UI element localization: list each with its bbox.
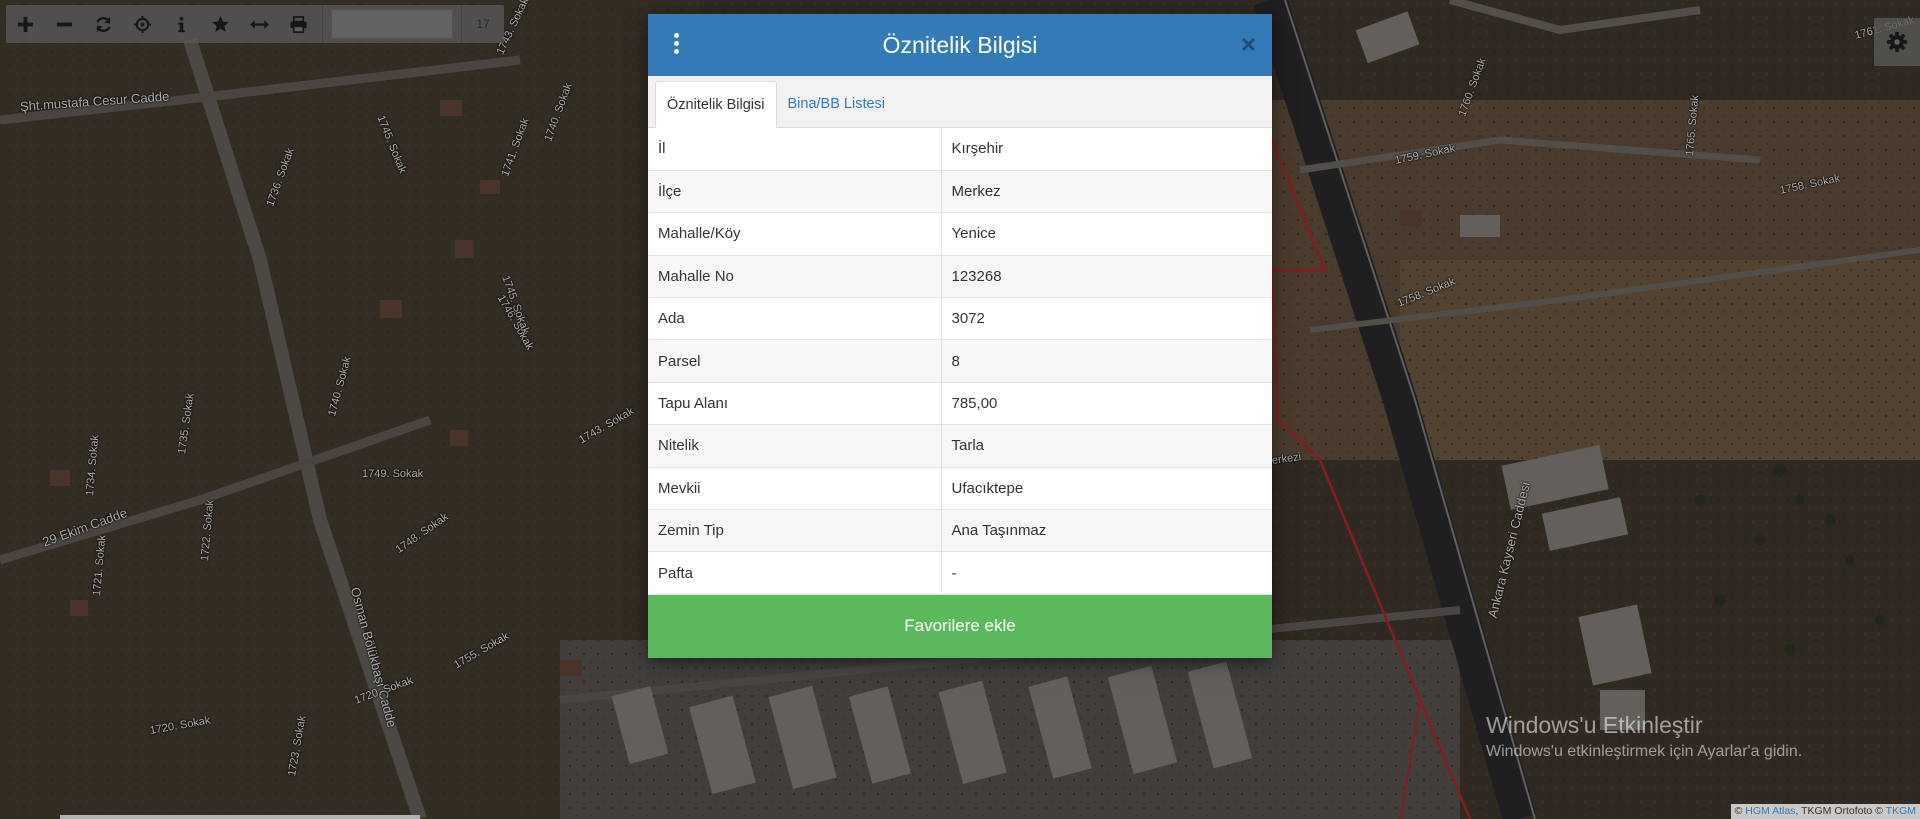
attribute-value: Merkez [941,170,1272,214]
close-icon[interactable]: × [1241,30,1256,58]
watermark-subtitle: Windows'u etkinleştirmek için Ayarlar'a … [1486,743,1803,760]
attribute-value: 8 [941,339,1272,383]
tab-attribute-info[interactable]: Öznitelik Bilgisi [655,81,777,128]
dialog-header: Öznitelik Bilgisi × [648,14,1272,76]
table-row: Pafta - [648,551,1272,595]
table-row: Ada 3072 [648,297,1272,341]
attribute-value: Tarla [941,424,1272,468]
map-attribution: © HGM Atlas, TKGM Ortofoto © TKGM [1730,804,1920,819]
attribute-value: Yenice [941,212,1272,256]
table-row: Nitelik Tarla [648,424,1272,468]
table-row: Tapu Alanı 785,00 [648,382,1272,426]
hgm-atlas-link[interactable]: HGM Atlas [1745,805,1795,817]
attribute-key: Mahalle No [648,255,942,299]
add-to-favorites-button[interactable]: Favorilere ekle [648,594,1272,658]
attribute-value: 3072 [941,297,1272,341]
table-row: Parsel 8 [648,339,1272,383]
tab-building-list[interactable]: Bina/BB Listesi [777,81,897,127]
dialog-title: Öznitelik Bilgisi [882,31,1038,58]
attribute-key: Zemin Tip [648,509,942,553]
tkgm-link[interactable]: TKGM [1886,805,1916,817]
attribute-key: İl [648,128,942,171]
attribute-key: Mevkii [648,467,942,511]
more-options-icon[interactable] [672,33,680,59]
attribute-key: Nitelik [648,424,942,468]
table-row: Zemin Tip Ana Taşınmaz [648,509,1272,553]
attribute-key: Ada [648,297,942,341]
attribute-value: Ufacıktepe [941,467,1272,511]
attribute-table: İl Kırşehir İlçe Merkez Mahalle/Köy Yenice … [648,128,1272,595]
attribute-value: Kırşehir [941,128,1272,171]
table-row: Mahalle No 123268 [648,255,1272,299]
table-row: İl Kırşehir [648,128,1272,171]
attribution-middle: , TKGM Ortofoto © [1795,805,1883,817]
watermark-title: Windows'u Etkinleştir [1486,712,1703,738]
table-row: İlçe Merkez [648,170,1272,214]
table-row: Mahalle/Köy Yenice [648,212,1272,256]
attribute-key: Pafta [648,551,942,595]
attribute-value: 123268 [941,255,1272,299]
table-row: Mevkii Ufacıktepe [648,467,1272,511]
attribute-key: Mahalle/Köy [648,212,942,256]
dialog-tabs: Öznitelik Bilgisi Bina/BB Listesi [648,76,1272,128]
attribute-info-dialog: Öznitelik Bilgisi × Öznitelik Bilgisi Bi… [648,14,1272,658]
attribution-prefix: © [1734,805,1743,817]
attribute-key: İlçe [648,170,942,214]
attribute-key: Parsel [648,339,942,383]
attribute-value: 785,00 [941,382,1272,426]
attribute-key: Tapu Alanı [648,382,942,426]
windows-activation-watermark: Windows'u Etkinleştir Windows'u etkinleş… [1486,712,1802,761]
attribute-value: Ana Taşınmaz [941,509,1272,553]
attribute-value: - [941,551,1272,595]
